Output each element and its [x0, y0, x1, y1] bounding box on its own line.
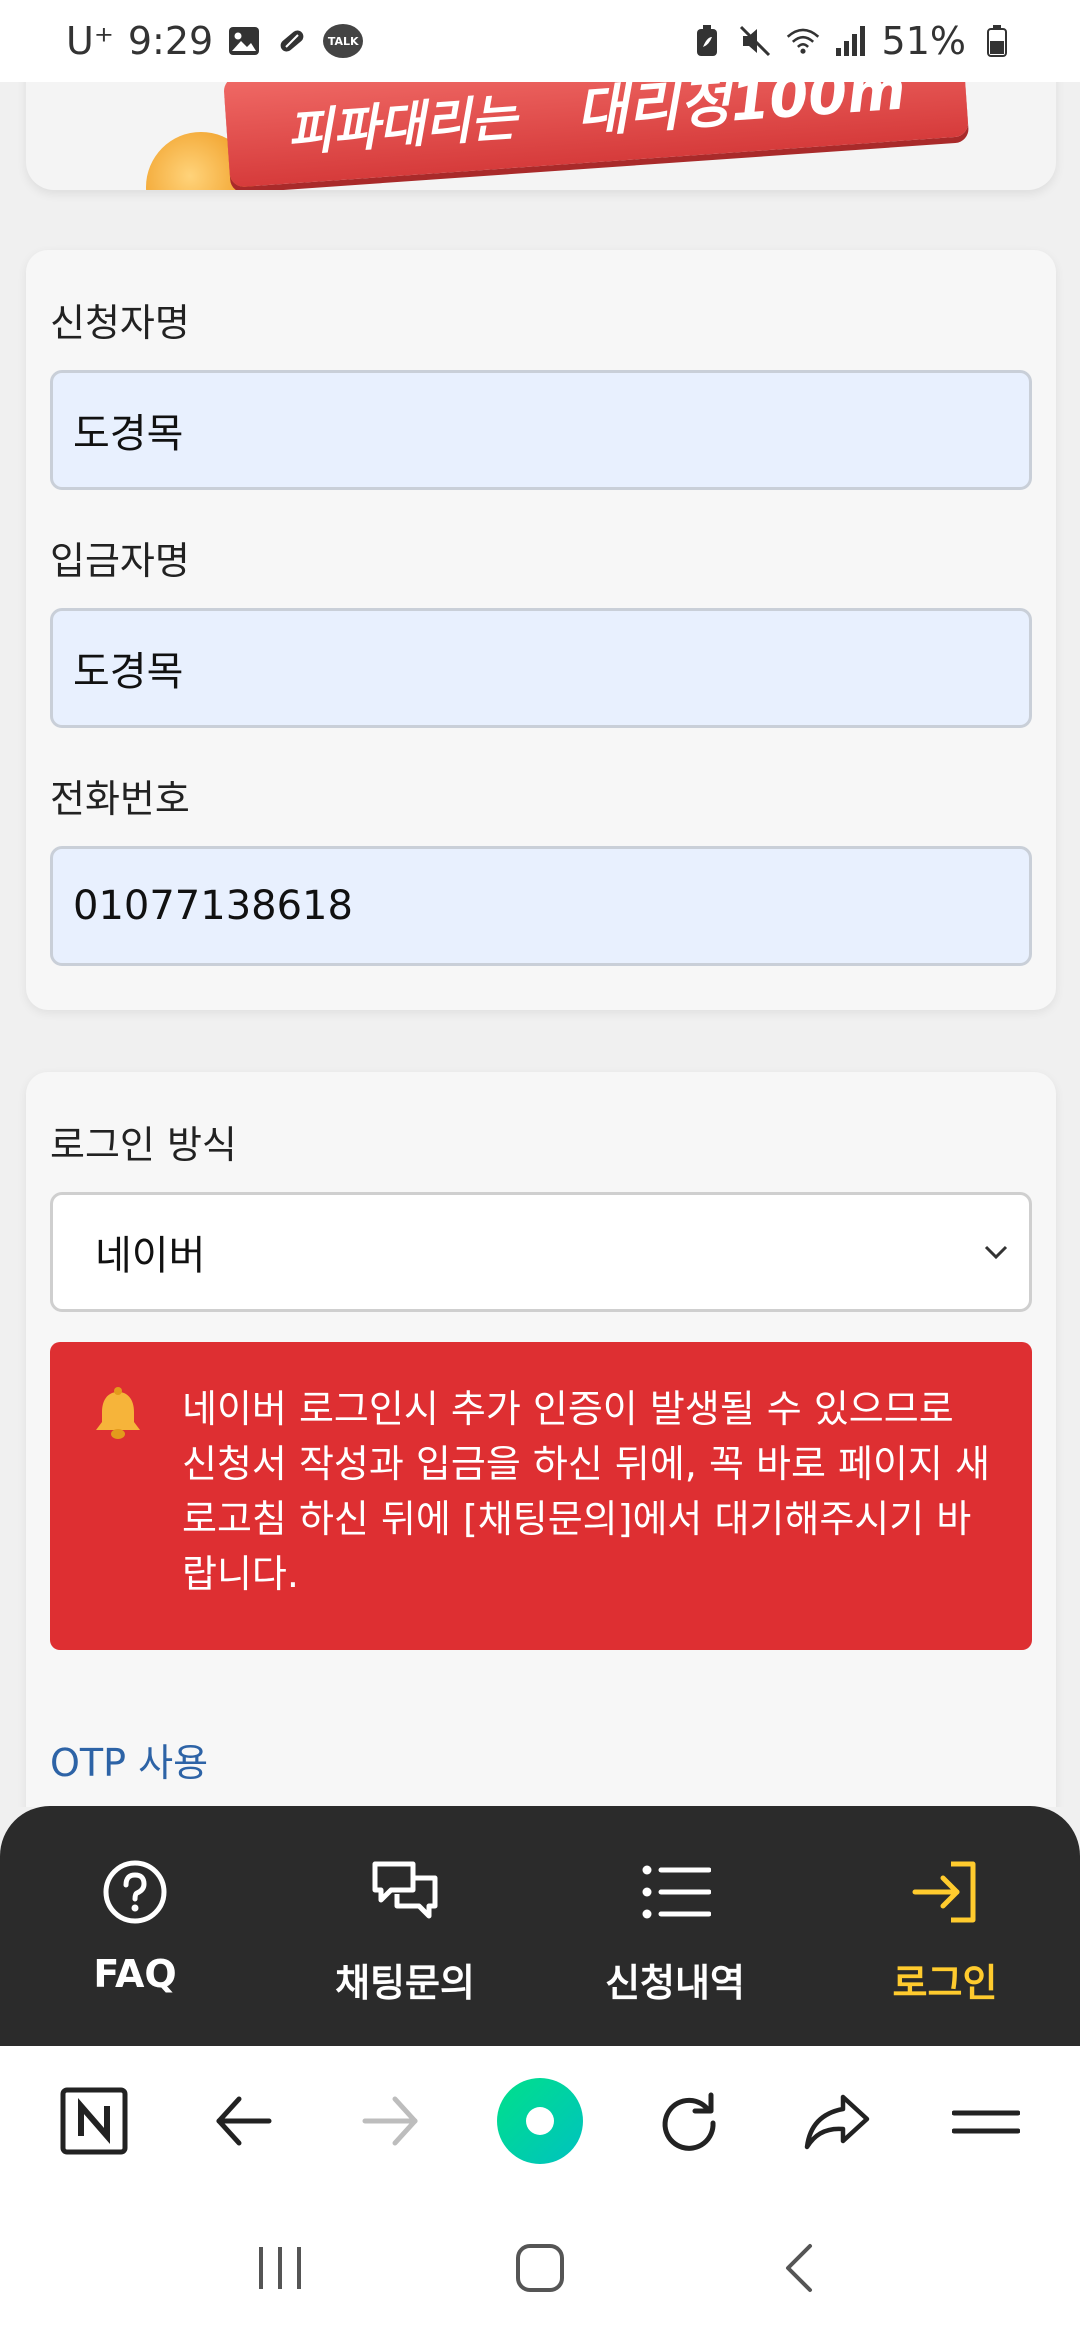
- banner-ribbon: 피파대리는 대리정100m: [223, 82, 969, 188]
- tab-login-label: 로그인: [892, 1961, 998, 2005]
- phone-number-input[interactable]: 01077138618: [50, 846, 1032, 966]
- login-method-card: 로그인 방식 네이버 네이버 로그인시 추가 인증이 발생될 수 있으므로 신청…: [26, 1072, 1056, 1807]
- mute-icon: [738, 24, 772, 58]
- bell-icon: [96, 1387, 140, 1439]
- depositor-name-label: 입금자명: [50, 539, 190, 583]
- banner-text-left: 피파대리는: [285, 88, 519, 163]
- chevron-left-icon: [786, 2244, 812, 2292]
- phone-number-label: 전화번호: [50, 777, 190, 821]
- otp-use-link[interactable]: OTP 사용: [50, 1732, 208, 1787]
- system-back-button[interactable]: [752, 2220, 848, 2316]
- wifi-icon: [786, 24, 820, 58]
- tab-application-history-label: 신청내역: [605, 1961, 745, 2005]
- applicant-name-label: 신청자명: [50, 301, 190, 345]
- login-method-label: 로그인 방식: [50, 1123, 237, 1167]
- battery-icon: [980, 24, 1014, 58]
- applicant-info-card: 신청자명 도경목 입금자명 도경목 전화번호 01077138618: [26, 250, 1056, 1010]
- home-square-icon: [516, 2244, 564, 2292]
- tab-faq[interactable]: FAQ: [0, 1806, 270, 2046]
- tab-chat-inquiry[interactable]: 채팅문의: [270, 1806, 540, 2046]
- refresh-button[interactable]: [641, 2073, 737, 2169]
- refresh-icon: [662, 2092, 716, 2151]
- tab-faq-label: FAQ: [93, 1952, 177, 1996]
- tab-chat-inquiry-label: 채팅문의: [335, 1961, 475, 2005]
- naver-logo-icon: [60, 2087, 128, 2155]
- carrier-label: U⁺: [66, 19, 114, 63]
- tab-application-history[interactable]: 신청내역: [540, 1806, 810, 2046]
- applicant-name-input[interactable]: 도경목: [50, 370, 1032, 490]
- menu-button[interactable]: [938, 2073, 1034, 2169]
- forward-button[interactable]: [343, 2073, 439, 2169]
- pill-icon: [275, 24, 309, 58]
- bottom-tab-bar: FAQ 채팅문의 신청내역 로그인: [0, 1806, 1080, 2046]
- image-icon: [227, 24, 261, 58]
- naver-login-alert: 네이버 로그인시 추가 인증이 발생될 수 있으므로 신청서 작성과 입금을 하…: [50, 1342, 1032, 1650]
- question-circle-icon: [103, 1860, 167, 1924]
- tab-login[interactable]: 로그인: [810, 1806, 1080, 2046]
- share-button[interactable]: [789, 2073, 885, 2169]
- recent-apps-button[interactable]: [232, 2220, 328, 2316]
- promo-banner[interactable]: 피파대리는 대리정100m: [26, 82, 1056, 190]
- kakaotalk-icon: TALK: [323, 24, 364, 58]
- screen: U⁺ 9:29 TALK 51% 피파대리는 대리정100m 신청자명 도경목 …: [0, 0, 1080, 2340]
- home-button[interactable]: [492, 2220, 588, 2316]
- system-nav-bar: [0, 2196, 1080, 2340]
- battery-saver-icon: [690, 24, 724, 58]
- hamburger-icon: [951, 2110, 1020, 2134]
- battery-level: 51%: [881, 19, 966, 63]
- chevron-down-icon: [984, 1245, 1008, 1260]
- green-dot-icon: [496, 2078, 583, 2164]
- login-method-select[interactable]: 네이버: [50, 1192, 1032, 1312]
- clock: 9:29: [127, 19, 214, 63]
- back-button[interactable]: [195, 2073, 291, 2169]
- green-dot-button[interactable]: [492, 2073, 588, 2169]
- alert-message: 네이버 로그인시 추가 인증이 발생될 수 있으므로 신청서 작성과 입금을 하…: [182, 1387, 990, 1596]
- page-content: 피파대리는 대리정100m 신청자명 도경목 입금자명 도경목 전화번호 010…: [0, 82, 1080, 1807]
- arrow-right-icon: [362, 2096, 418, 2146]
- signal-icon: [834, 24, 868, 58]
- share-arrow-icon: [804, 2094, 870, 2150]
- chat-bubbles-icon: [372, 1861, 438, 1919]
- recent-apps-icon: [259, 2247, 301, 2289]
- login-method-value: 네이버: [95, 1233, 206, 1279]
- list-icon: [642, 1865, 711, 1919]
- browser-toolbar: [0, 2046, 1080, 2196]
- arrow-left-icon: [216, 2096, 272, 2146]
- depositor-name-input[interactable]: 도경목: [50, 608, 1032, 728]
- naver-home-button[interactable]: [46, 2073, 142, 2169]
- banner-text-right: 대리정100m: [574, 82, 908, 146]
- login-arrow-icon: [912, 1861, 976, 1923]
- status-bar: U⁺ 9:29 TALK 51%: [0, 0, 1080, 82]
